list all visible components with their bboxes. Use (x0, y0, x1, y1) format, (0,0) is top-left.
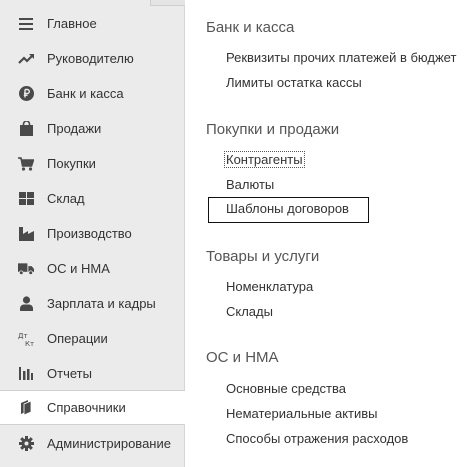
sidebar-item-label: Зарплата и кадры (47, 296, 156, 311)
menu-lines-icon (18, 16, 34, 32)
link-budget-payments[interactable]: Реквизиты прочих платежей в бюджет (226, 50, 456, 65)
link-nomenclature[interactable]: Номенклатура (226, 279, 313, 294)
sidebar-item-label: Руководителю (47, 51, 134, 66)
svg-text:Кт: Кт (25, 340, 34, 347)
sidebar-item-label: Главное (47, 16, 97, 31)
content-panel: Банк и касса Реквизиты прочих платежей в… (186, 0, 468, 467)
sidebar-item-label: Банк и касса (47, 86, 124, 101)
shopping-bag-icon (18, 121, 34, 137)
svg-text:Дт: Дт (18, 332, 28, 340)
sidebar-item-label: ОС и НМА (47, 261, 110, 276)
sidebar-item-production[interactable]: Производство (0, 216, 184, 251)
link-warehouses[interactable]: Склады (226, 304, 273, 319)
sidebar-item-label: Операции (47, 331, 108, 346)
section-title-bank: Банк и касса (206, 19, 295, 36)
sidebar-item-main[interactable]: Главное (0, 6, 184, 41)
sidebar-item-references[interactable]: Справочники (0, 390, 185, 425)
sidebar-item-label: Покупки (47, 156, 96, 171)
bar-chart-icon (18, 366, 34, 382)
sidebar-item-label: Отчеты (47, 366, 92, 381)
sidebar-item-manager[interactable]: Руководителю (0, 41, 184, 76)
sidebar-item-label: Склад (47, 191, 85, 206)
link-cash-limits[interactable]: Лимиты остатка кассы (226, 75, 362, 90)
link-currencies[interactable]: Валюты (226, 177, 274, 192)
ruble-coin-icon (18, 86, 34, 102)
sidebar-item-label: Продажи (47, 121, 102, 136)
warehouse-grid-icon (18, 191, 34, 207)
sidebar-item-fixed-assets[interactable]: ОС и НМА (0, 251, 184, 286)
sidebar-item-purchases[interactable]: Покупки (0, 146, 184, 181)
section-title-purchases-sales: Покупки и продажи (206, 121, 340, 138)
sidebar-item-administration[interactable]: Администрирование (0, 426, 184, 461)
gear-icon (18, 436, 34, 452)
sidebar: Главное Руководителю Банк и касса Продаж… (0, 0, 185, 467)
sidebar-item-operations[interactable]: Дт Кт Операции (0, 321, 184, 356)
sidebar-item-warehouse[interactable]: Склад (0, 181, 184, 216)
truck-icon (18, 261, 34, 277)
trend-chart-icon (18, 51, 34, 67)
link-expense-methods[interactable]: Способы отражения расходов (226, 431, 408, 446)
link-intangible-assets[interactable]: Нематериальные активы (226, 406, 378, 421)
sidebar-item-label: Администрирование (47, 436, 171, 451)
debit-credit-icon: Дт Кт (18, 331, 34, 347)
section-title-goods-services: Товары и услуги (206, 248, 320, 265)
sidebar-item-label: Производство (47, 226, 132, 241)
factory-icon (18, 226, 34, 242)
book-icon (18, 400, 34, 416)
sidebar-item-salary[interactable]: Зарплата и кадры (0, 286, 184, 321)
shopping-cart-icon (18, 156, 34, 172)
sidebar-item-reports[interactable]: Отчеты (0, 356, 184, 391)
link-fixed-assets[interactable]: Основные средства (226, 381, 346, 396)
person-icon (18, 296, 34, 312)
sidebar-item-label: Справочники (47, 400, 126, 415)
link-counterparties[interactable]: Контрагенты (224, 151, 305, 168)
sidebar-item-bank[interactable]: Банк и касса (0, 76, 184, 111)
section-title-fixed-assets: ОС и НМА (206, 349, 279, 366)
sidebar-item-sales[interactable]: Продажи (0, 111, 184, 146)
link-contract-templates[interactable]: Шаблоны договоров (208, 197, 369, 223)
